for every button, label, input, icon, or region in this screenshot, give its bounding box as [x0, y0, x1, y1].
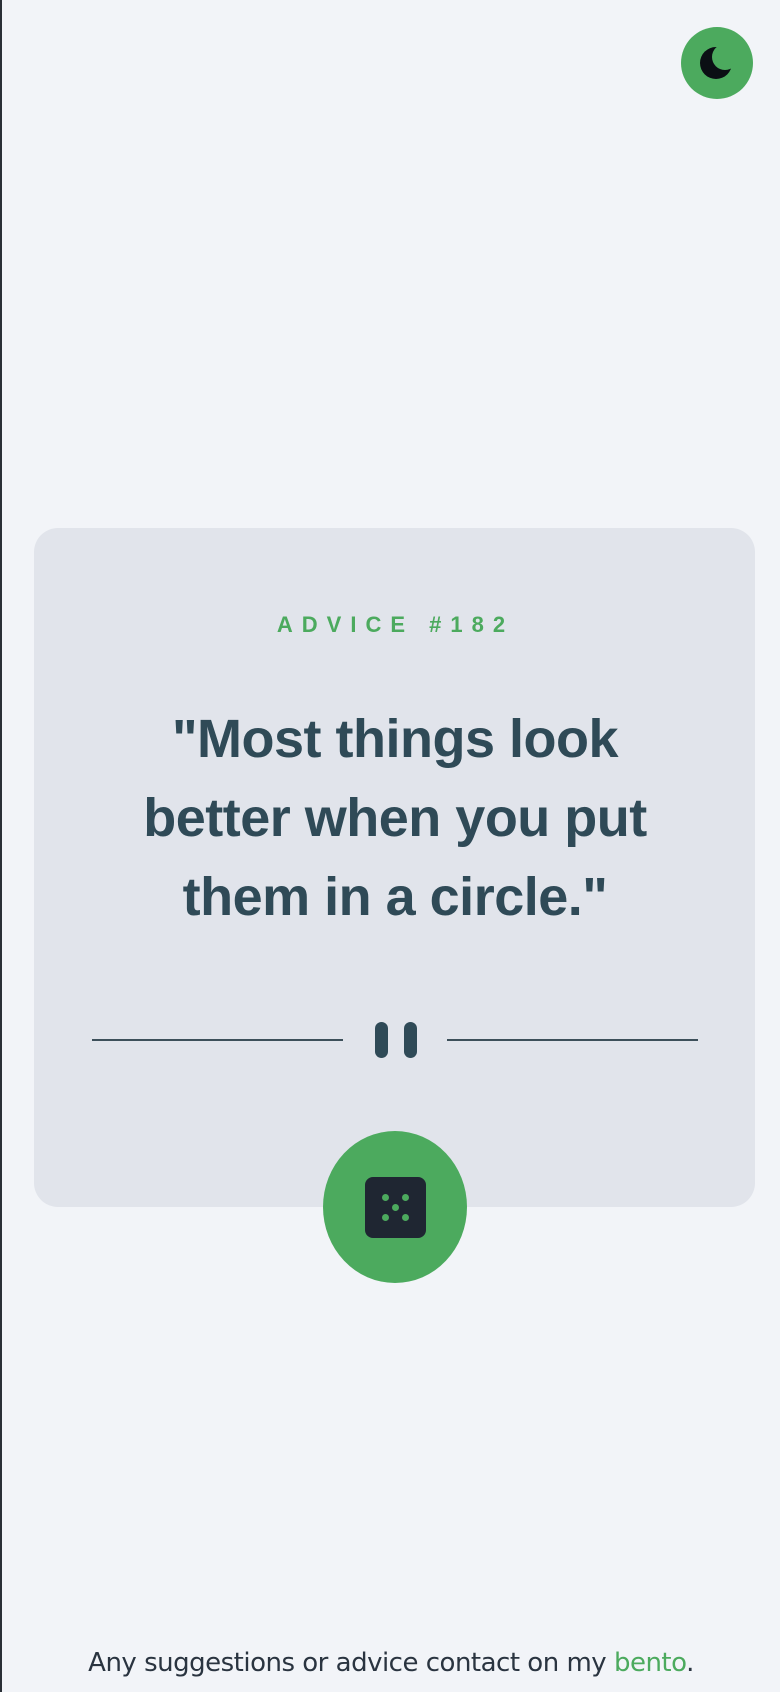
advice-id-label: ADVICE #182: [276, 612, 515, 637]
advice-quote: "Most things look better when you put th…: [143, 709, 647, 927]
divider-line-right: [447, 1039, 698, 1041]
divider-line-left: [92, 1039, 343, 1041]
footer-text-before: Any suggestions or advice contact on my: [88, 1648, 614, 1678]
moon-icon: [699, 45, 735, 81]
new-advice-button[interactable]: [323, 1131, 467, 1283]
dice-icon: [364, 1176, 426, 1238]
pause-icon: [375, 1022, 417, 1058]
theme-toggle-button[interactable]: [681, 27, 753, 99]
footer-text-after: .: [686, 1648, 694, 1678]
bento-link[interactable]: bento: [614, 1648, 687, 1678]
footer-text: Any suggestions or advice contact on my …: [2, 1645, 780, 1681]
